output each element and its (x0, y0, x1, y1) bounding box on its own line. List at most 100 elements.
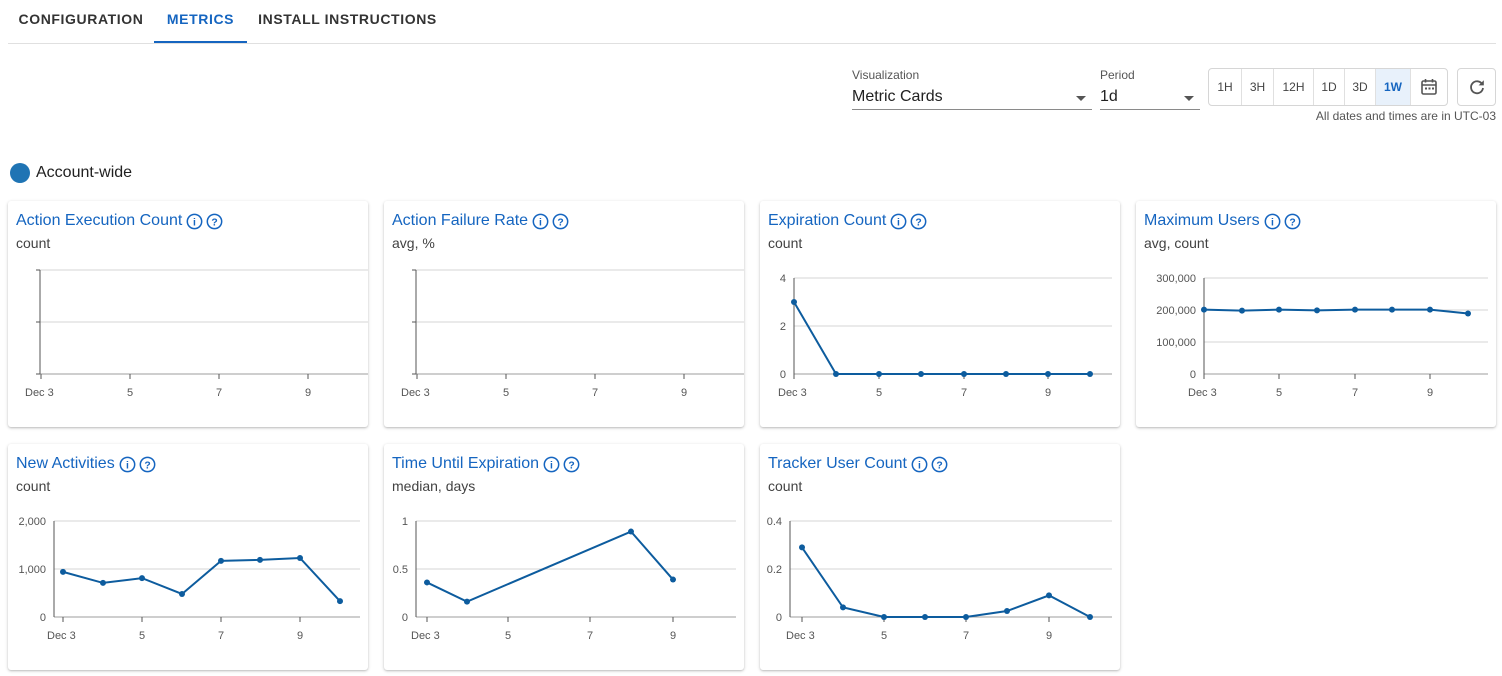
data-point[interactable] (833, 371, 839, 377)
y-tick-label: 0 (1190, 369, 1196, 381)
data-point[interactable] (922, 614, 928, 620)
data-point[interactable] (840, 604, 846, 611)
data-point[interactable] (179, 590, 185, 597)
account-color-dot (10, 163, 30, 183)
calendar-button[interactable] (1411, 69, 1447, 105)
metric-card: Action Execution Count i? count Dec 3579 (8, 201, 368, 427)
metric-card: Time Until Expiration i? median, days 0 0.5 1… (384, 444, 744, 670)
metric-chart: 0 0.2 0.4 Dec 3 5 7 9 (767, 516, 1112, 642)
x-tick-label: 5 (876, 387, 882, 399)
data-point[interactable] (628, 528, 634, 535)
data-point[interactable] (1201, 306, 1207, 313)
data-point[interactable] (1465, 310, 1471, 317)
x-tick-label: 9 (305, 387, 311, 399)
range-3d-button[interactable]: 3D (1345, 69, 1376, 105)
x-tick-label: 7 (1352, 387, 1358, 399)
y-tick-label: 0 (780, 369, 786, 381)
range-1w-button[interactable]: 1W (1376, 69, 1411, 105)
data-point[interactable] (961, 371, 967, 377)
x-tick-label: Dec 3 (47, 630, 76, 642)
data-point[interactable] (1087, 371, 1093, 377)
data-point[interactable] (297, 554, 303, 561)
x-tick-label: Dec 3 (786, 630, 815, 642)
data-point[interactable] (218, 557, 224, 564)
data-point[interactable] (337, 598, 343, 605)
y-tick-label: 4 (780, 273, 786, 285)
y-tick-label: 1 (402, 516, 408, 528)
data-point[interactable] (876, 371, 882, 377)
data-point[interactable] (1389, 306, 1395, 313)
metric-chart: 0 2 4 Dec 3 5 7 9 (778, 273, 1112, 399)
data-point[interactable] (799, 544, 805, 551)
x-tick-label: 9 (1046, 630, 1052, 642)
refresh-icon (1470, 80, 1484, 95)
tab-install-instructions[interactable]: INSTALL INSTRUCTIONS (247, 0, 448, 43)
y-tick-label: 0.4 (767, 516, 782, 528)
range-3h-button[interactable]: 3H (1242, 69, 1274, 105)
data-point[interactable] (139, 575, 145, 582)
data-point[interactable] (881, 614, 887, 620)
x-tick-label: Dec 3 (778, 387, 807, 399)
x-tick-label: 7 (592, 387, 598, 399)
data-point[interactable] (100, 579, 106, 586)
data-point[interactable] (1352, 306, 1358, 313)
x-tick-label: 9 (681, 387, 687, 399)
y-tick-label: 2 (780, 321, 786, 333)
series-line (62, 556, 341, 602)
data-point[interactable] (918, 371, 924, 377)
refresh-button[interactable] (1457, 68, 1496, 106)
data-point[interactable] (257, 556, 263, 563)
x-tick-label: 9 (670, 630, 676, 642)
metric-card: Tracker User Count i? count 0 0.2 0.4 Dec 3579 (760, 444, 1120, 670)
series-line (793, 301, 1090, 375)
y-tick-label: 0 (402, 612, 408, 624)
data-point[interactable] (424, 579, 430, 586)
x-tick-label: 7 (961, 387, 967, 399)
data-point[interactable] (1046, 592, 1052, 599)
dropdown-arrow-icon (1184, 96, 1194, 101)
data-point[interactable] (1239, 307, 1245, 314)
y-tick-label: 200,000 (1156, 305, 1196, 317)
data-point[interactable] (791, 299, 797, 305)
tab-configuration[interactable]: CONFIGURATION (8, 0, 154, 43)
metric-card: Action Failure Rate i? avg, % Dec 3579 (384, 201, 744, 427)
data-point[interactable] (464, 598, 470, 605)
x-tick-label: 7 (216, 387, 222, 399)
y-tick-label: 0.2 (767, 564, 782, 576)
x-tick-label: Dec 3 (401, 387, 430, 399)
metric-card: Maximum Users i? avg, count 0 100,000 200,000… (1136, 201, 1496, 427)
data-point[interactable] (1004, 608, 1010, 614)
x-tick-label: 7 (963, 630, 969, 642)
data-point[interactable] (1314, 307, 1320, 314)
visualization-select[interactable]: Metric Cards (852, 86, 1092, 110)
metric-chart: 0 100,000 200,000 300,000 Dec 3 5 7 9 (1156, 273, 1488, 399)
time-range-group: 1H 3H 12H 1D 3D 1W (1208, 68, 1448, 106)
range-12h-button[interactable]: 12H (1274, 69, 1314, 105)
range-1h-button[interactable]: 1H (1209, 69, 1242, 105)
range-1d-button[interactable]: 1D (1314, 69, 1345, 105)
data-point[interactable] (1087, 614, 1093, 620)
data-point[interactable] (1427, 306, 1433, 313)
y-tick-label: 100,000 (1156, 337, 1196, 349)
series-line (426, 530, 674, 603)
data-point[interactable] (963, 614, 969, 620)
x-tick-label: Dec 3 (25, 387, 54, 399)
x-tick-label: 5 (881, 630, 887, 642)
account-wide-label: Account-wide (36, 164, 133, 181)
data-point[interactable] (1045, 371, 1051, 377)
timezone-note: All dates and times are in UTC-03 (1315, 109, 1496, 123)
tab-bar: CONFIGURATION METRICS INSTALL INSTRUCTIO… (8, 0, 1496, 44)
period-select[interactable]: 1d (1100, 86, 1200, 110)
data-point[interactable] (670, 576, 676, 583)
x-tick-label: 9 (1427, 387, 1433, 399)
x-tick-label: 5 (127, 387, 133, 399)
data-point[interactable] (60, 568, 66, 575)
data-point[interactable] (1003, 371, 1009, 377)
y-tick-label: 300,000 (1156, 273, 1196, 285)
y-tick-label: 2,000 (18, 516, 46, 528)
metric-chart: 0 0.5 1 Dec 3 5 7 9 (393, 516, 736, 642)
metric-chart: 0 1,000 2,000 Dec 3 5 7 9 (18, 516, 360, 642)
metric-chart: Dec 3 5 7 9 (401, 269, 744, 399)
data-point[interactable] (1276, 306, 1282, 313)
tab-metrics[interactable]: METRICS (154, 0, 247, 43)
